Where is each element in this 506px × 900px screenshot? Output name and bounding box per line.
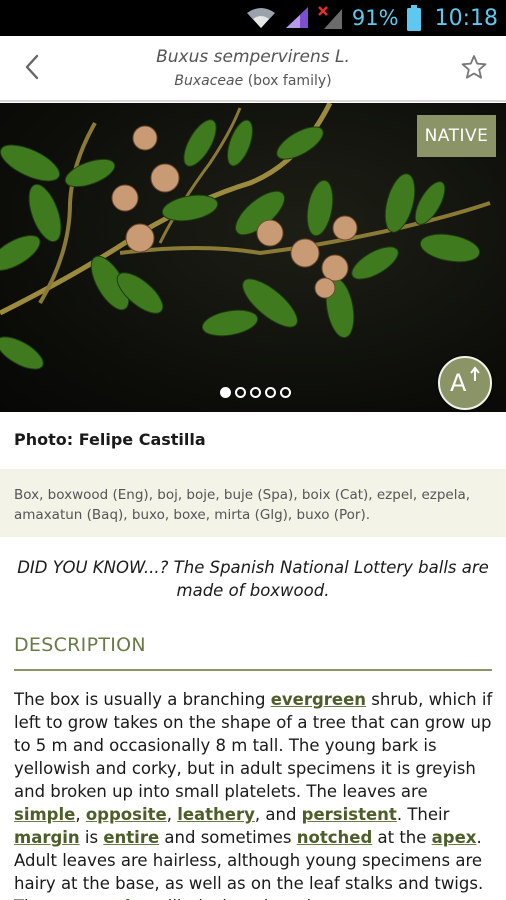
signal-icon <box>284 6 310 30</box>
back-chevron-icon <box>23 53 41 85</box>
description-text-run: . Their <box>396 805 450 824</box>
native-badge: NATIVE <box>417 115 496 157</box>
no-sim-signal-icon <box>318 5 344 31</box>
carousel-dot[interactable] <box>265 387 276 398</box>
description-text-run: , and <box>254 805 302 824</box>
star-outline-icon <box>461 54 487 84</box>
description-text-run: at the <box>372 828 432 847</box>
family-common: (box family) <box>243 73 332 89</box>
carousel-dot[interactable] <box>220 387 231 398</box>
text-size-letter: A <box>450 369 467 395</box>
carousel-indicator <box>220 387 291 398</box>
status-bar: 91% 10:18 <box>0 0 506 36</box>
description-text-run: , <box>75 805 86 824</box>
description-text-run: The box is usually a branching <box>14 690 271 709</box>
status-icons: 91% 10:18 <box>246 0 498 36</box>
text-size-up-icon: A <box>448 365 482 401</box>
battery-percentage: 91% <box>351 6 399 30</box>
family-name: Buxaceae (box family) <box>60 70 446 92</box>
did-you-know: DID YOU KNOW...? The Spanish National Lo… <box>17 558 489 600</box>
description-text-run: , <box>166 805 178 824</box>
description-text-run: is <box>79 828 104 847</box>
species-photo[interactable]: NATIVE <box>0 103 506 412</box>
common-names: Box, boxwood (Eng), boj, boje, buje (Spa… <box>0 469 506 537</box>
glossary-term-link[interactable]: notched <box>297 828 373 847</box>
scientific-name: Buxus sempervirens L. <box>156 47 350 67</box>
glossary-term-link[interactable]: opposite <box>86 805 167 824</box>
glossary-term-link[interactable]: leathery <box>177 805 255 824</box>
back-button[interactable] <box>14 50 50 88</box>
glossary-term-link[interactable]: margin <box>14 828 80 847</box>
carousel-dot[interactable] <box>235 387 246 398</box>
glossary-term-link[interactable]: evergreen <box>271 690 366 709</box>
favorite-button[interactable] <box>454 50 494 88</box>
description-heading: DESCRIPTION <box>14 634 146 656</box>
photo-credit: Photo: Felipe Castilla <box>14 430 206 449</box>
description-text-run: and sometimes <box>159 828 297 847</box>
description-text: The box is usually a branching evergreen… <box>14 688 496 900</box>
carousel-dot[interactable] <box>280 387 291 398</box>
glossary-term-link[interactable]: entire <box>103 828 159 847</box>
title-block: Buxus sempervirens L. Buxaceae (box fami… <box>60 44 446 92</box>
family-latin: Buxaceae <box>174 73 244 89</box>
glossary-term-link[interactable]: apex <box>432 828 477 847</box>
glossary-term-link[interactable]: simple <box>14 805 75 824</box>
battery-icon <box>406 5 421 31</box>
description-divider <box>14 669 492 671</box>
glossary-term-link[interactable]: persistent <box>302 805 397 824</box>
clock: 10:18 <box>434 5 498 31</box>
carousel-dot[interactable] <box>250 387 261 398</box>
wifi-icon <box>246 7 276 29</box>
app-bar: Buxus sempervirens L. Buxaceae (box fami… <box>0 36 506 102</box>
text-size-button[interactable]: A <box>438 356 492 410</box>
